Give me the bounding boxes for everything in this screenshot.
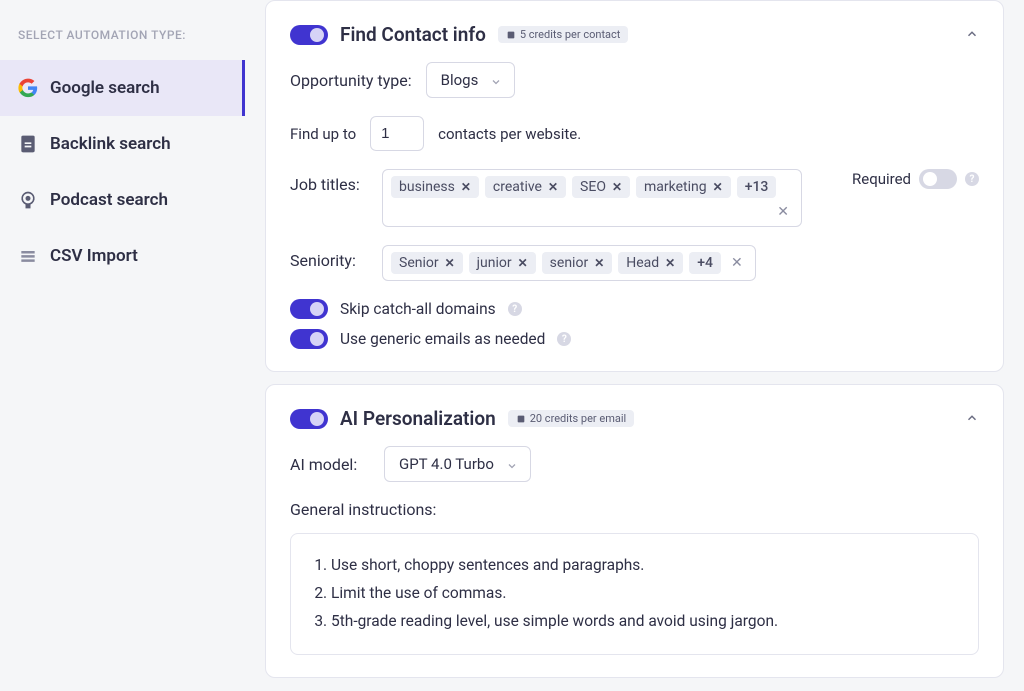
findup-pre: Find up to: [290, 125, 356, 143]
instructions-textarea[interactable]: Use short, choppy sentences and paragrap…: [290, 533, 979, 655]
tag: junior✕: [469, 252, 536, 274]
seniority-label: Seniority:: [290, 245, 368, 270]
tag-more[interactable]: +4: [689, 252, 721, 274]
contacts-count-input[interactable]: [370, 116, 424, 151]
sidebar-item-label: CSV Import: [50, 246, 138, 266]
contact-toggle[interactable]: [290, 25, 328, 45]
main: Find Contact info 5 credits per contact …: [245, 0, 1024, 691]
help-icon[interactable]: ?: [508, 302, 522, 316]
tag: marketing✕: [636, 176, 731, 198]
opportunity-select[interactable]: Blogs: [426, 62, 516, 98]
help-icon[interactable]: ?: [557, 332, 571, 346]
opportunity-label: Opportunity type:: [290, 71, 412, 90]
credit-icon: [516, 414, 526, 424]
chevron-down-icon: [490, 74, 502, 86]
sidebar-item-backlink-search[interactable]: Backlink search: [0, 116, 245, 172]
instructions-label: General instructions:: [290, 500, 979, 519]
collapse-icon[interactable]: [965, 411, 979, 425]
ai-credits-badge: 20 credits per email: [508, 410, 634, 427]
tag: creative✕: [485, 176, 566, 198]
skip-catchall-toggle[interactable]: [290, 299, 328, 319]
ai-model-label: AI model:: [290, 455, 370, 474]
contact-title: Find Contact info: [340, 23, 486, 46]
credit-icon: [506, 30, 516, 40]
skip-catchall-label: Skip catch-all domains: [340, 300, 496, 318]
tag: Head✕: [618, 252, 683, 274]
sidebar-item-podcast-search[interactable]: Podcast search: [0, 172, 245, 228]
ai-toggle[interactable]: [290, 409, 328, 429]
backlink-icon: [18, 134, 38, 154]
sidebar-item-label: Google search: [50, 78, 160, 98]
google-icon: [18, 78, 38, 98]
instruction-item: Limit the use of commas.: [331, 580, 958, 608]
sidebar-item-google-search[interactable]: Google search: [0, 60, 245, 116]
remove-icon[interactable]: ✕: [548, 180, 558, 194]
tag: business✕: [391, 176, 479, 198]
jobtitles-input[interactable]: business✕ creative✕ SEO✕ marketing✕ +13 …: [382, 169, 802, 227]
remove-icon[interactable]: ✕: [445, 256, 455, 270]
sidebar-item-csv-import[interactable]: CSV Import: [0, 228, 245, 284]
ai-card: AI Personalization 20 credits per email …: [265, 384, 1004, 678]
findup-post: contacts per website.: [438, 125, 581, 143]
sidebar-item-label: Backlink search: [50, 134, 171, 154]
remove-icon[interactable]: ✕: [594, 256, 604, 270]
csv-icon: [18, 246, 38, 266]
ai-model-select[interactable]: GPT 4.0 Turbo: [384, 446, 531, 482]
generic-emails-label: Use generic emails as needed: [340, 330, 545, 348]
remove-icon[interactable]: ✕: [518, 256, 528, 270]
required-label: Required: [852, 170, 911, 188]
chevron-down-icon: [506, 458, 518, 470]
remove-icon[interactable]: ✕: [665, 256, 675, 270]
generic-emails-toggle[interactable]: [290, 329, 328, 349]
instruction-item: Use short, choppy sentences and paragrap…: [331, 552, 958, 580]
tag: senior✕: [542, 252, 613, 274]
instruction-item: 5th-grade reading level, use simple word…: [331, 608, 958, 636]
contact-credits-badge: 5 credits per contact: [498, 26, 629, 43]
tag: Senior✕: [391, 252, 463, 274]
remove-icon[interactable]: ✕: [713, 180, 723, 194]
contact-card: Find Contact info 5 credits per contact …: [265, 0, 1004, 372]
tag: SEO✕: [572, 176, 630, 198]
clear-all-icon[interactable]: ✕: [773, 204, 793, 220]
sidebar-item-label: Podcast search: [50, 190, 168, 210]
required-toggle[interactable]: [919, 169, 957, 189]
remove-icon[interactable]: ✕: [612, 180, 622, 194]
jobtitles-label: Job titles:: [290, 169, 368, 194]
tag-more[interactable]: +13: [737, 176, 777, 198]
podcast-icon: [18, 190, 38, 210]
clear-all-icon[interactable]: ✕: [727, 255, 747, 271]
seniority-input[interactable]: Senior✕ junior✕ senior✕ Head✕ +4 ✕: [382, 245, 756, 281]
sidebar: SELECT AUTOMATION TYPE: Google search Ba…: [0, 0, 245, 691]
sidebar-title: SELECT AUTOMATION TYPE:: [0, 28, 245, 60]
remove-icon[interactable]: ✕: [461, 180, 471, 194]
ai-title: AI Personalization: [340, 407, 496, 430]
collapse-icon[interactable]: [965, 27, 979, 41]
help-icon[interactable]: ?: [965, 172, 979, 186]
